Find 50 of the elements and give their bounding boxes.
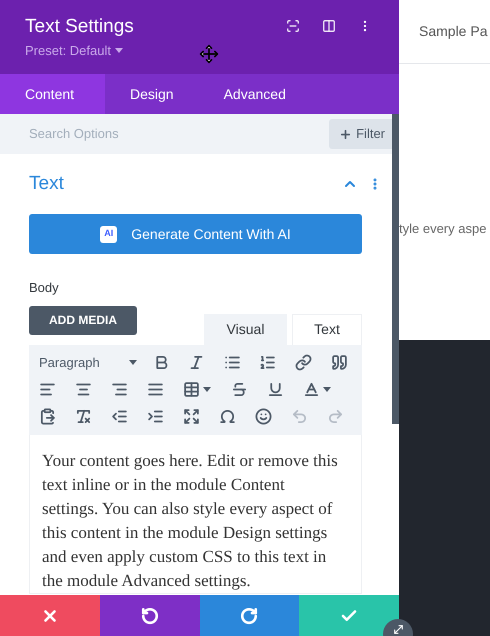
numbered-list-icon [259, 354, 276, 371]
clear-format-icon [75, 408, 92, 425]
tab[interactable]: Advanced [198, 74, 311, 114]
indent-icon [147, 408, 164, 425]
caret-icon [128, 360, 137, 365]
body-label: Body [29, 279, 60, 297]
quote-icon [330, 354, 348, 371]
page-text: tyle every aspe [399, 220, 488, 238]
align-left-icon [39, 381, 56, 398]
move-cursor-icon [199, 44, 219, 64]
ai-badge: AI [100, 226, 118, 242]
preset-dropdown[interactable]: Preset: Default [25, 41, 134, 60]
paste-text-icon [39, 408, 56, 425]
text-color-icon [303, 381, 320, 398]
emoji-icon [255, 408, 272, 425]
generate-ai-button[interactable]: AI Generate Content With AI [29, 214, 362, 254]
filter-button[interactable]: Filter [329, 119, 395, 149]
strikethrough-icon [231, 381, 248, 398]
undo-button[interactable] [100, 595, 200, 636]
editor-tab[interactable]: Text [292, 314, 362, 344]
caret-icon [115, 48, 123, 54]
editor-tab[interactable]: Visual [204, 314, 287, 344]
redo-icon [327, 408, 344, 425]
tab[interactable]: Design [105, 74, 199, 114]
redo-button[interactable] [200, 595, 300, 636]
window-title: Text Settings [25, 15, 134, 39]
search-field[interactable]: Search Options [29, 124, 229, 144]
format-dropdown[interactable]: Paragraph [39, 352, 139, 372]
justify-icon [147, 381, 164, 398]
nav-link[interactable]: Sample Pa [419, 21, 488, 42]
undo-icon [291, 408, 308, 425]
bullet-list-icon [224, 354, 241, 371]
add-media-button[interactable]: ADD MEDIA [29, 306, 137, 334]
underline-icon [267, 381, 284, 398]
align-center-icon [75, 381, 92, 398]
table-icon [183, 381, 200, 398]
focus-icon[interactable] [286, 19, 300, 33]
columns-icon[interactable] [322, 19, 336, 33]
link-icon [294, 354, 312, 371]
symbol-icon [219, 408, 236, 425]
italic-icon [188, 354, 206, 371]
tab[interactable]: Content [0, 74, 105, 114]
resize-icon [392, 623, 404, 636]
plus-icon [339, 128, 352, 140]
redo-icon [240, 606, 258, 624]
outdent-icon [111, 408, 128, 425]
section-title: Text [29, 172, 64, 196]
undo-icon [140, 606, 159, 624]
fullscreen-icon [183, 408, 200, 425]
align-right-icon [111, 381, 128, 398]
